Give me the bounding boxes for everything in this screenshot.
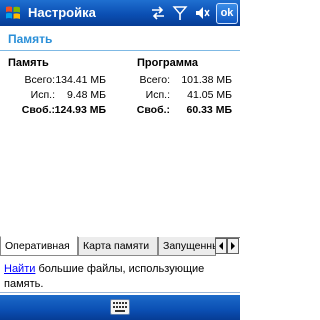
program-used-value: 41.05 МБ — [187, 89, 232, 101]
program-total-row: Всего: 101.38 МБ — [120, 74, 238, 88]
storage-free-row: Своб.: 124.93 МБ — [0, 104, 110, 118]
sync-arrows-icon[interactable] — [150, 5, 166, 21]
tab-scroll-left-button[interactable] — [215, 238, 227, 254]
program-free-label: Своб.: — [136, 104, 170, 116]
storage-used-label: Исп.: — [30, 89, 55, 101]
storage-used-value: 9.48 МБ — [67, 89, 106, 101]
tab-running-programs[interactable]: Запущенные — [158, 237, 216, 256]
tab-scroll-right-button[interactable] — [227, 238, 239, 254]
storage-heading: Память — [8, 57, 49, 69]
ok-button[interactable]: ok — [216, 3, 238, 24]
page-title: Память — [8, 32, 53, 46]
storage-free-value: 124.93 МБ — [54, 104, 106, 116]
help-text: Найти большие файлы, использующие память… — [4, 262, 236, 292]
header-divider — [0, 50, 240, 51]
arrow-right-icon — [231, 242, 235, 250]
program-used-label: Исп.: — [145, 89, 170, 101]
storage-total-value: 134.41 МБ — [55, 74, 106, 86]
program-used-row: Исп.: 41.05 МБ — [120, 89, 238, 103]
tab-storage-card[interactable]: Карта памяти — [78, 237, 158, 256]
title-bar: Настройка ok — [0, 0, 240, 26]
tab-ram[interactable]: Оперативная — [0, 236, 78, 256]
help-description: большие файлы, использующие память. — [4, 263, 205, 290]
program-total-value: 101.38 МБ — [181, 74, 232, 86]
app-title: Настройка — [28, 5, 96, 20]
bottom-divider — [0, 292, 240, 293]
program-free-row: Своб.: 60.33 МБ — [120, 104, 238, 118]
storage-free-label: Своб.: — [21, 104, 55, 116]
speaker-mute-icon[interactable] — [194, 5, 210, 21]
program-free-value: 60.33 МБ — [186, 104, 233, 116]
program-heading: Программа — [137, 57, 199, 69]
storage-total-row: Всего: 134.41 МБ — [0, 74, 110, 88]
storage-total-label: Всего: — [24, 74, 55, 86]
arrow-left-icon — [219, 242, 223, 250]
windows-start-icon[interactable] — [4, 4, 22, 22]
keyboard-icon[interactable] — [110, 299, 130, 315]
find-link[interactable]: Найти — [4, 263, 35, 275]
storage-used-row: Исп.: 9.48 МБ — [0, 89, 110, 103]
signal-antenna-icon[interactable] — [172, 5, 188, 21]
program-total-label: Всего: — [139, 74, 170, 86]
